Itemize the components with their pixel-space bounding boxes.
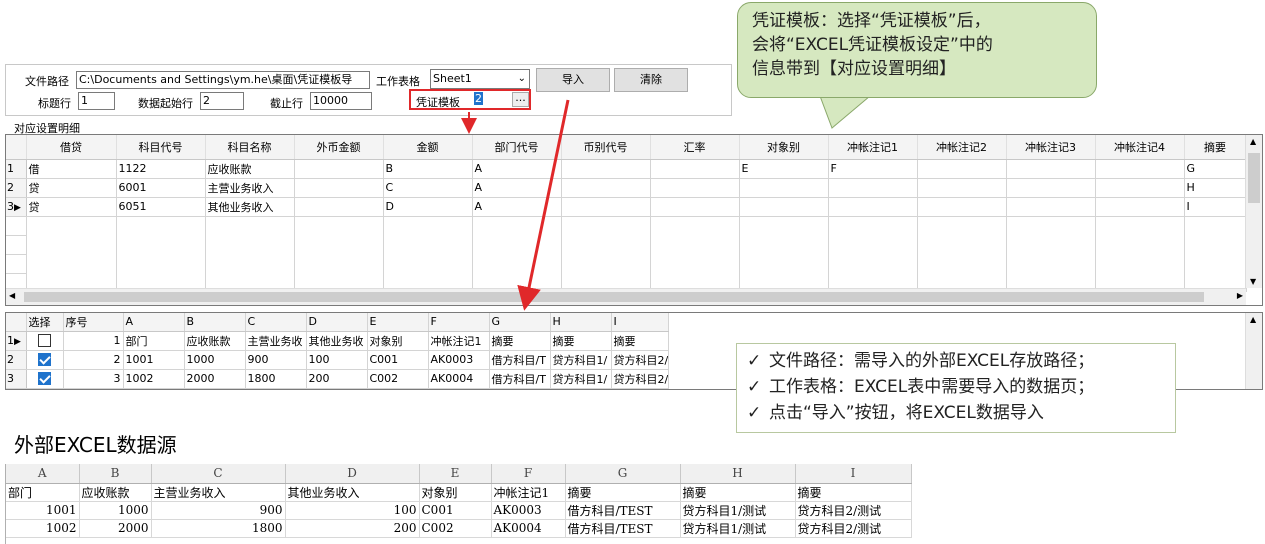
red-arrows xyxy=(461,99,570,311)
arrow-to-preview xyxy=(517,99,570,311)
